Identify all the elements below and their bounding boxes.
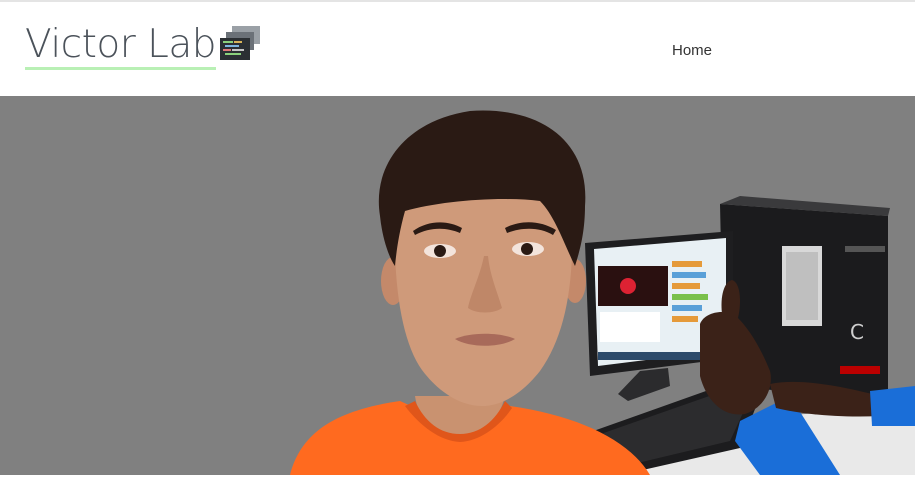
svg-text:C: C: [850, 320, 864, 344]
site-header: Victor Lab Home: [0, 2, 915, 96]
nav-home-link[interactable]: Home: [672, 42, 712, 59]
site-logo[interactable]: Victor Lab: [25, 18, 262, 70]
hero-banner: C: [0, 96, 915, 475]
page-body: [0, 475, 915, 499]
site-title: Victor Lab: [25, 23, 217, 70]
code-screens-icon: [220, 26, 262, 62]
hero-image: C: [290, 110, 915, 475]
